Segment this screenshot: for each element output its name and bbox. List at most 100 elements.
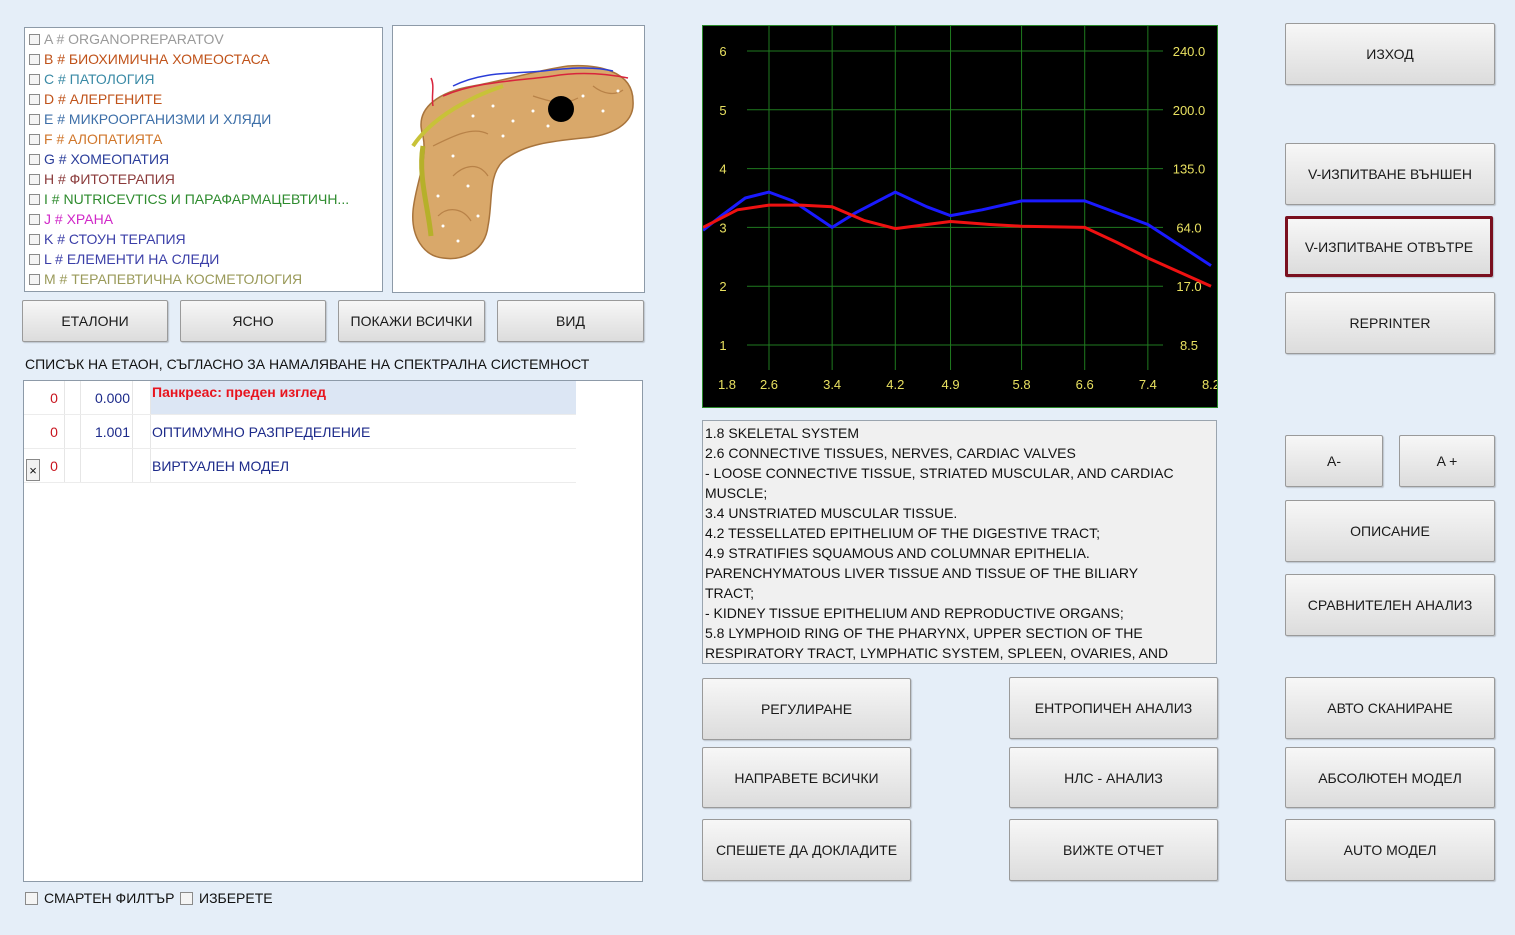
regulate-button[interactable]: РЕГУЛИРАНЕ <box>702 678 911 740</box>
category-item[interactable]: G # ХОМЕОПАТИЯ <box>29 149 169 169</box>
description-line: 4.2 TESSELLATED EPITHELIUM OF THE DIGEST… <box>705 525 1100 541</box>
category-checkbox[interactable] <box>29 273 40 285</box>
row-count: 0 <box>50 424 58 440</box>
smart-filter-checkbox[interactable]: СМАРТЕН ФИЛТЪР <box>25 890 174 906</box>
x-tick-label: 8.2 <box>1202 377 1217 392</box>
row-value: 0.000 <box>94 390 130 406</box>
row-count: 0 <box>50 390 58 406</box>
select-checkbox[interactable]: ИЗБЕРЕТЕ <box>180 890 273 906</box>
x-tick-label: 3.4 <box>823 377 841 392</box>
category-list[interactable]: A # ORGANOPREPARATOV B # БИОХИМИЧНА ХОМЕО… <box>24 27 383 292</box>
font-increase-button[interactable]: A + <box>1399 435 1495 487</box>
auto-scan-button[interactable]: АВТО СКАНИРАНЕ <box>1285 677 1495 739</box>
column-divider <box>150 415 151 449</box>
y-left-tick-label: 1 <box>719 338 726 353</box>
row-name: Панкреас: преден изглед <box>150 381 576 415</box>
smart-filter-label: СМАРТЕН ФИЛТЪР <box>44 890 175 906</box>
v-test-outer-button[interactable]: V-ИЗПИТВАНЕ ВЪНШЕН <box>1285 143 1495 205</box>
row-value: 1.001 <box>94 424 130 440</box>
category-label: H # ФИТОТЕРАПИЯ <box>44 171 175 187</box>
category-checkbox[interactable] <box>29 173 40 185</box>
category-label: L # ЕЛЕМЕНТИ НА СЛЕДИ <box>44 251 220 267</box>
category-checkbox[interactable] <box>29 73 40 85</box>
etalon-list[interactable]: 0 0.000 Панкреас: преден изглед 0 1.001 ОПТИМ… <box>23 380 643 882</box>
y-left-tick-label: 2 <box>719 279 726 294</box>
y-left-tick-label: 5 <box>719 103 726 118</box>
row-divider <box>24 482 576 483</box>
y-right-tick-label: 64.0 <box>1176 220 1201 235</box>
view-button[interactable]: ВИД <box>497 300 644 342</box>
y-left-tick-label: 4 <box>719 162 726 177</box>
column-divider <box>64 415 65 449</box>
see-report-button[interactable]: ВИЖТЕ ОТЧЕТ <box>1009 819 1218 881</box>
category-item[interactable]: L # ЕЛЕМЕНТИ НА СЛЕДИ <box>29 249 219 269</box>
category-label: G # ХОМЕОПАТИЯ <box>44 151 170 167</box>
column-divider <box>132 449 133 483</box>
comparative-analysis-button[interactable]: СРАВНИТЕЛЕН АНАЛИЗ <box>1285 574 1495 636</box>
category-label: J # ХРАНА <box>44 211 114 227</box>
clear-button[interactable]: ЯСНО <box>180 300 326 342</box>
category-item[interactable]: B # БИОХИМИЧНА ХОМЕОСТАСА <box>29 49 270 69</box>
category-item[interactable]: I # NUTRICEVTICS И ПАРАФАРМАЦЕВТИЧН... <box>29 189 349 209</box>
column-divider <box>150 449 151 483</box>
category-item[interactable]: E # МИКРООРГАНИЗМИ И ХЛЯДИ <box>29 109 271 129</box>
reprinter-button[interactable]: REPRINTER <box>1285 292 1495 354</box>
category-checkbox[interactable] <box>29 253 40 265</box>
description-line: - LOOSE CONNECTIVE TISSUE, STRIATED MUSC… <box>705 465 1174 481</box>
pancreas-image[interactable] <box>393 26 644 292</box>
spectrum-chart-svg: 1.8 2.6 3.4 4.2 4.9 5.8 6.6 7.4 8.21 8.52 17.03 64.… <box>703 26 1217 392</box>
y-right-tick-label: 135.0 <box>1173 162 1206 177</box>
description-button[interactable]: ОПИСАНИЕ <box>1285 500 1495 562</box>
auto-model-button[interactable]: AUTO МОДЕЛ <box>1285 819 1495 881</box>
column-divider <box>64 449 65 483</box>
category-item[interactable]: C # ПАТОЛОГИЯ <box>29 69 154 89</box>
do-all-button[interactable]: НАПРАВЕТЕ ВСИЧКИ <box>702 747 911 808</box>
row-delete-mark[interactable]: × <box>26 459 40 481</box>
show-all-button[interactable]: ПОКАЖИ ВСИЧКИ <box>338 300 485 342</box>
category-checkbox[interactable] <box>29 93 40 105</box>
spectrum-chart: 1.8 2.6 3.4 4.2 4.9 5.8 6.6 7.4 8.2 1 8.5 2 17.0 3 64.… <box>702 25 1218 408</box>
select-box[interactable] <box>180 891 193 905</box>
category-item[interactable]: A # ORGANOPREPARATOV <box>29 29 224 49</box>
category-checkbox[interactable] <box>29 153 40 165</box>
etaloni-button[interactable]: ЕТАЛОНИ <box>22 300 168 342</box>
category-item[interactable]: M # ТЕРАПЕВТИЧНА КОСМЕТОЛОГИЯ <box>29 269 302 289</box>
smart-filter-box[interactable] <box>25 891 38 905</box>
description-box[interactable]: 1.8 SKELETAL SYSTEM 2.6 CONNECTIVE TISSUE… <box>702 420 1217 664</box>
category-checkbox[interactable] <box>29 193 40 205</box>
category-item[interactable]: H # ФИТОТЕРАПИЯ <box>29 169 175 189</box>
etalon-row[interactable]: × 0 ВИРТУАЛЕН МОДЕЛ <box>24 449 576 483</box>
description-line: TRACT; <box>705 585 754 601</box>
category-checkbox[interactable] <box>29 113 40 125</box>
nls-analysis-button[interactable]: НЛС - АНАЛИЗ <box>1009 747 1218 808</box>
hurry-report-button[interactable]: СПЕШЕТЕ ДА ДОКЛАДИТЕ <box>702 819 911 881</box>
absolute-model-button[interactable]: АБСОЛЮТЕН МОДЕЛ <box>1285 747 1495 808</box>
column-divider <box>80 381 81 415</box>
category-checkbox[interactable] <box>29 233 40 245</box>
description-line: 1.8 SKELETAL SYSTEM <box>705 425 860 441</box>
category-item[interactable]: K # СТОУН ТЕРАПИЯ <box>29 229 186 249</box>
category-checkbox[interactable] <box>29 133 40 145</box>
series-line <box>703 203 1212 288</box>
category-label: M # ТЕРАПЕВТИЧНА КОСМЕТОЛОГИЯ <box>44 271 303 287</box>
etalon-row[interactable]: 0 0.000 Панкреас: преден изглед <box>24 381 576 415</box>
column-divider <box>132 381 133 415</box>
category-item[interactable]: F # АЛОПАТИЯТА <box>29 129 162 149</box>
category-label: A # ORGANOPREPARATOV <box>44 31 224 47</box>
category-item[interactable]: J # ХРАНА <box>29 209 113 229</box>
category-item[interactable]: D # АЛЕРГЕНИТЕ <box>29 89 162 109</box>
category-checkbox[interactable] <box>29 213 40 225</box>
category-checkbox[interactable] <box>29 53 40 65</box>
row-name: ОПТИМУМНО РАЗПРЕДЕЛЕНИЕ <box>152 424 371 440</box>
etalon-row[interactable]: 0 1.001 ОПТИМУМНО РАЗПРЕДЕЛЕНИЕ <box>24 415 576 449</box>
category-checkbox[interactable] <box>29 33 40 45</box>
v-test-inner-button[interactable]: V-ИЗПИТВАНЕ ОТВЪТРЕ <box>1285 216 1493 277</box>
description-line: 4.9 STRATIFIES SQUAMOUS AND COLUMNAR EPI… <box>705 545 1090 561</box>
exit-button[interactable]: ИЗХОД <box>1285 23 1495 85</box>
font-decrease-button[interactable]: A- <box>1285 435 1383 487</box>
description-line: 3.4 UNSTRIATED MUSCULAR TISSUE. <box>705 505 958 521</box>
entropy-analysis-button[interactable]: ЕНТРОПИЧЕН АНАЛИЗ <box>1009 677 1218 739</box>
category-label: K # СТОУН ТЕРАПИЯ <box>44 231 186 247</box>
category-label: D # АЛЕРГЕНИТЕ <box>44 91 163 107</box>
column-divider <box>150 381 151 415</box>
